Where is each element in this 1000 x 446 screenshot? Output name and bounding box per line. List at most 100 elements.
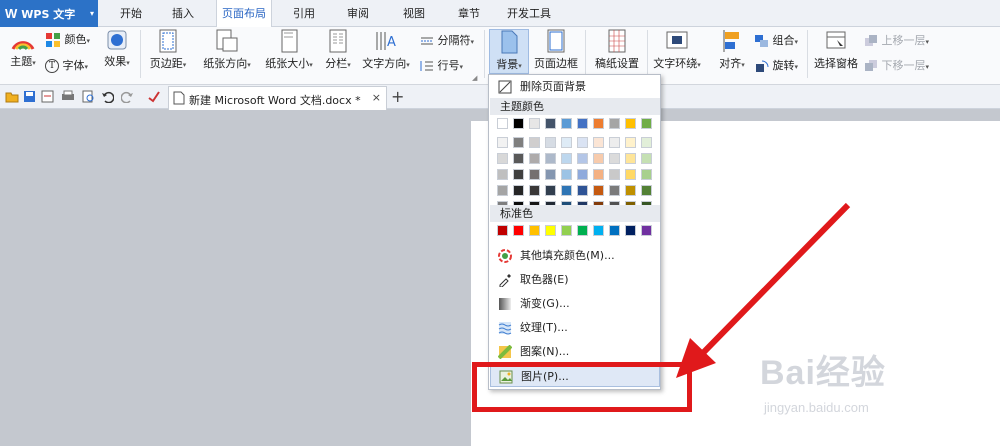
document-tab[interactable]: 新建 Microsoft Word 文档.docx * ×: [168, 86, 387, 110]
tab-view[interactable]: 视图: [393, 0, 435, 27]
theme-shade-swatch[interactable]: [513, 137, 524, 148]
close-tab-icon[interactable]: ×: [372, 91, 381, 104]
theme-color-swatch[interactable]: [545, 118, 556, 129]
theme-shade-swatch[interactable]: [609, 137, 620, 148]
theme-shade-swatch[interactable]: [609, 185, 620, 196]
manuscript-button[interactable]: 稿纸设置: [592, 29, 642, 71]
theme-shade-swatch[interactable]: [609, 169, 620, 180]
size-button[interactable]: 纸张大小▾: [260, 29, 318, 71]
theme-shade-swatch[interactable]: [545, 137, 556, 148]
theme-shade-swatch[interactable]: [625, 153, 636, 164]
theme-shade-swatch[interactable]: [625, 185, 636, 196]
theme-color-swatch[interactable]: [577, 118, 588, 129]
standard-color-swatch[interactable]: [625, 225, 636, 236]
text-direction-button[interactable]: A 文字方向▾: [358, 29, 414, 71]
bring-forward-button[interactable]: 上移一层▾: [864, 32, 929, 48]
theme-shade-swatch[interactable]: [561, 137, 572, 148]
eyedropper-item[interactable]: 取色器(E): [490, 269, 660, 291]
theme-shade-swatch[interactable]: [513, 185, 524, 196]
theme-shade-swatch[interactable]: [641, 169, 652, 180]
theme-shade-swatch[interactable]: [577, 137, 588, 148]
theme-shade-swatch[interactable]: [593, 137, 604, 148]
separator-button[interactable]: 分隔符▾: [420, 32, 474, 48]
theme-shade-swatch[interactable]: [545, 153, 556, 164]
theme-shade-swatch[interactable]: [593, 169, 604, 180]
gradient-item[interactable]: 渐变(G)...: [490, 293, 660, 315]
theme-shade-swatch[interactable]: [641, 137, 652, 148]
theme-shade-swatch[interactable]: [577, 185, 588, 196]
theme-color-swatch[interactable]: [513, 118, 524, 129]
print-icon[interactable]: [61, 90, 75, 103]
theme-shade-swatch[interactable]: [529, 169, 540, 180]
margins-button[interactable]: 页边距▾: [147, 29, 189, 71]
theme-shade-swatch[interactable]: [577, 153, 588, 164]
standard-color-swatch[interactable]: [577, 225, 588, 236]
remove-background-item[interactable]: 删除页面背景: [490, 76, 660, 98]
columns-button[interactable]: 分栏▾: [320, 29, 356, 71]
standard-color-swatch[interactable]: [561, 225, 572, 236]
theme-shade-swatch[interactable]: [641, 153, 652, 164]
theme-shade-swatch[interactable]: [497, 169, 508, 180]
save-icon[interactable]: [23, 90, 36, 103]
theme-shade-swatch[interactable]: [577, 169, 588, 180]
standard-color-swatch[interactable]: [609, 225, 620, 236]
export-pdf-icon[interactable]: [41, 90, 54, 103]
standard-color-swatch[interactable]: [513, 225, 524, 236]
rotate-button[interactable]: 旋转▾: [754, 57, 798, 73]
standard-color-swatch[interactable]: [497, 225, 508, 236]
theme-color-swatch[interactable]: [609, 118, 620, 129]
tab-page-layout[interactable]: 页面布局: [216, 0, 272, 28]
theme-color-swatch[interactable]: [561, 118, 572, 129]
standard-color-swatch[interactable]: [593, 225, 604, 236]
theme-color-swatch[interactable]: [529, 118, 540, 129]
undo-icon[interactable]: [101, 90, 114, 103]
selection-pane-button[interactable]: 选择窗格: [812, 29, 860, 71]
redo-icon[interactable]: [121, 90, 134, 103]
tab-review[interactable]: 审阅: [337, 0, 379, 27]
theme-button[interactable]: 主题▾: [6, 29, 40, 69]
theme-shade-swatch[interactable]: [609, 153, 620, 164]
tab-chapter[interactable]: 章节: [448, 0, 490, 27]
theme-shade-swatch[interactable]: [545, 169, 556, 180]
theme-shade-swatch[interactable]: [561, 169, 572, 180]
theme-shade-swatch[interactable]: [529, 185, 540, 196]
effect-button[interactable]: 效果▾: [100, 29, 134, 69]
theme-color-swatch[interactable]: [593, 118, 604, 129]
standard-color-swatch[interactable]: [529, 225, 540, 236]
theme-shade-swatch[interactable]: [545, 185, 556, 196]
group-button[interactable]: 组合▾: [754, 32, 798, 48]
tab-references[interactable]: 引用: [283, 0, 325, 27]
new-tab-icon[interactable]: +: [391, 87, 404, 106]
theme-shade-swatch[interactable]: [593, 153, 604, 164]
orientation-button[interactable]: 纸张方向▾: [198, 29, 256, 71]
pattern-item[interactable]: 图案(N)...: [490, 341, 660, 363]
pin-icon[interactable]: [147, 90, 160, 103]
theme-shade-swatch[interactable]: [561, 185, 572, 196]
more-fill-colors-item[interactable]: 其他填充颜色(M)...: [490, 245, 660, 267]
color-button[interactable]: 颜色▾: [45, 31, 90, 48]
theme-shade-swatch[interactable]: [513, 153, 524, 164]
page-border-button[interactable]: 页面边框: [531, 29, 581, 71]
align-button[interactable]: 对齐▾: [714, 29, 750, 71]
background-button[interactable]: 背景▾: [489, 29, 529, 74]
theme-color-swatch[interactable]: [497, 118, 508, 129]
tab-developer[interactable]: 开发工具: [500, 0, 558, 27]
standard-color-swatch[interactable]: [641, 225, 652, 236]
theme-shade-swatch[interactable]: [497, 137, 508, 148]
texture-item[interactable]: 纹理(T)...: [490, 317, 660, 339]
text-wrap-button[interactable]: 文字环绕▾: [652, 29, 702, 71]
send-backward-button[interactable]: 下移一层▾: [864, 57, 929, 73]
theme-shade-swatch[interactable]: [529, 137, 540, 148]
print-preview-icon[interactable]: [82, 90, 95, 103]
theme-shade-swatch[interactable]: [641, 185, 652, 196]
theme-shade-swatch[interactable]: [513, 169, 524, 180]
theme-shade-swatch[interactable]: [625, 169, 636, 180]
theme-shade-swatch[interactable]: [497, 153, 508, 164]
line-number-button[interactable]: 行号▾: [420, 57, 463, 73]
theme-color-swatch[interactable]: [625, 118, 636, 129]
tab-home[interactable]: 开始: [110, 0, 152, 27]
tab-insert[interactable]: 插入: [162, 0, 204, 27]
theme-shade-swatch[interactable]: [593, 185, 604, 196]
font-button[interactable]: T 字体▾: [45, 57, 88, 73]
theme-shade-swatch[interactable]: [625, 137, 636, 148]
